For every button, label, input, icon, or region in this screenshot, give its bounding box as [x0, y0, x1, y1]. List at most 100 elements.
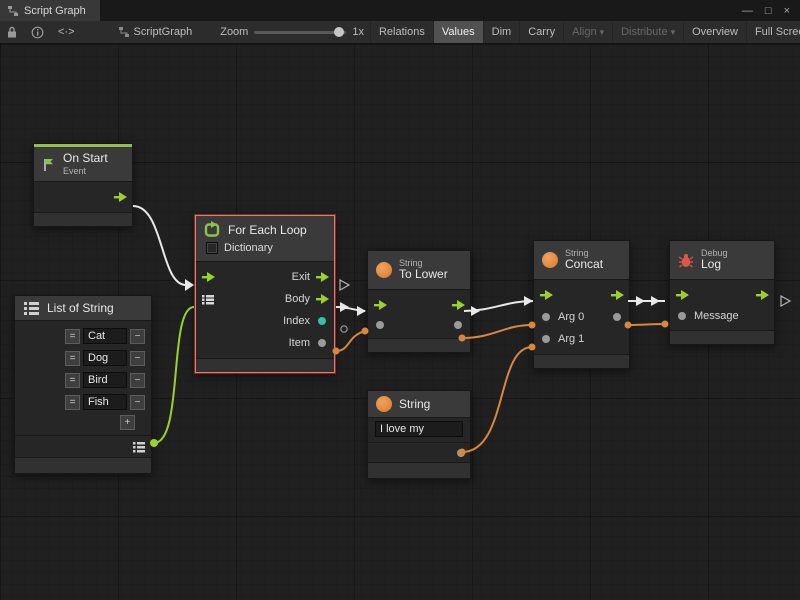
- maximize-icon[interactable]: □: [765, 5, 772, 17]
- flag-icon: [42, 157, 56, 172]
- zoom-slider-knob[interactable]: [334, 27, 344, 37]
- node-header[interactable]: String Concat: [534, 241, 629, 279]
- flow-out-port[interactable]: [611, 290, 624, 300]
- node-header[interactable]: String To Lower: [368, 251, 470, 289]
- list-item-input[interactable]: [83, 372, 127, 388]
- drag-handle[interactable]: =: [65, 373, 80, 388]
- drag-handle[interactable]: =: [65, 329, 80, 344]
- node-subtitle: Event: [63, 166, 108, 176]
- body-flow-out-port[interactable]: [316, 294, 329, 304]
- code-icon[interactable]: <·>: [51, 21, 82, 43]
- result-out-port[interactable]: [454, 321, 462, 329]
- list-item-row: = −: [15, 369, 151, 391]
- minimize-icon[interactable]: —: [742, 5, 753, 17]
- node-footer: [15, 457, 151, 473]
- dim-button[interactable]: Dim: [483, 21, 520, 43]
- node-for-each-loop[interactable]: For Each Loop Dictionary Exit Body Index: [195, 215, 335, 373]
- full-screen-button[interactable]: Full Screen: [746, 21, 800, 43]
- node-header[interactable]: Debug Log: [670, 241, 774, 279]
- flow-out-port[interactable]: [756, 290, 769, 300]
- string-value-input[interactable]: [375, 421, 463, 437]
- dictionary-label: Dictionary: [224, 242, 273, 254]
- node-title: Concat: [565, 258, 603, 272]
- carry-button[interactable]: Carry: [519, 21, 563, 43]
- string-type-icon: [376, 262, 392, 278]
- tab-script-graph[interactable]: Script Graph: [0, 0, 100, 21]
- toolbar: <·> ScriptGraph Zoom 1x Relations Values…: [0, 21, 800, 44]
- flow-out-port[interactable]: [452, 300, 465, 310]
- wire-arrow: [185, 279, 194, 291]
- drag-handle[interactable]: =: [65, 351, 80, 366]
- toolbar-buttons: Relations Values Dim Carry Align ▾ Distr…: [370, 21, 800, 43]
- flow-in-port[interactable]: [202, 272, 215, 282]
- arg0-label: Arg 0: [558, 311, 584, 323]
- message-in-port[interactable]: [678, 312, 686, 320]
- result-out-port[interactable]: [613, 313, 621, 321]
- flow-in-port[interactable]: [540, 290, 553, 300]
- node-to-lower[interactable]: String To Lower: [367, 250, 471, 353]
- index-port-hint: [341, 326, 347, 332]
- dictionary-option: Dictionary: [196, 240, 334, 261]
- flow-out-port[interactable]: [114, 192, 127, 202]
- node-footer: [368, 462, 470, 478]
- remove-item-button[interactable]: −: [130, 395, 145, 410]
- node-header[interactable]: For Each Loop: [196, 216, 334, 240]
- remove-item-button[interactable]: −: [130, 329, 145, 344]
- dictionary-checkbox[interactable]: [206, 242, 218, 254]
- node-footer: [196, 358, 334, 372]
- item-out-port[interactable]: [318, 339, 326, 347]
- wire-tolower-concat-flow: [464, 301, 533, 311]
- drag-handle[interactable]: =: [65, 395, 80, 410]
- wire-body-tolower: [336, 307, 365, 311]
- graph-name-label[interactable]: ScriptGraph: [110, 26, 201, 38]
- node-list-of-string[interactable]: List of String = − = − = − = −: [14, 295, 152, 474]
- remove-item-button[interactable]: −: [130, 351, 145, 366]
- chevron-down-icon: ▾: [600, 27, 605, 38]
- node-debug-log[interactable]: Debug Log Message: [669, 240, 775, 345]
- overview-button[interactable]: Overview: [683, 21, 746, 43]
- close-icon[interactable]: ×: [784, 5, 790, 17]
- node-header[interactable]: String: [368, 391, 470, 417]
- list-in-port[interactable]: [202, 294, 215, 305]
- exit-flow-out-port[interactable]: [316, 272, 329, 282]
- zoom-label: Zoom: [220, 26, 248, 38]
- node-header[interactable]: On Start Event: [34, 147, 132, 181]
- node-concat[interactable]: String Concat Arg 0 Arg 1: [533, 240, 630, 369]
- node-title: List of String: [47, 301, 114, 315]
- index-out-port[interactable]: [318, 317, 326, 325]
- relations-button[interactable]: Relations: [370, 21, 433, 43]
- index-port-label: Index: [220, 315, 310, 327]
- node-string-literal[interactable]: String: [367, 390, 471, 479]
- remove-item-button[interactable]: −: [130, 373, 145, 388]
- add-item-button[interactable]: +: [120, 415, 135, 430]
- value-in-port[interactable]: [376, 321, 384, 329]
- wire-concat-message: [628, 324, 665, 325]
- list-item-input[interactable]: [83, 328, 127, 344]
- lock-icon[interactable]: [0, 21, 24, 43]
- node-header[interactable]: List of String: [15, 296, 151, 320]
- list-item-input[interactable]: [83, 350, 127, 366]
- align-button[interactable]: Align ▾: [563, 21, 612, 43]
- distribute-button[interactable]: Distribute ▾: [612, 21, 683, 43]
- arg1-label: Arg 1: [558, 333, 584, 345]
- arg0-in-port[interactable]: [542, 313, 550, 321]
- list-out-port[interactable]: [132, 441, 146, 453]
- loop-icon: [204, 221, 221, 238]
- graph-canvas[interactable]: On Start Event List of String = − =: [0, 44, 800, 600]
- zoom-slider[interactable]: [254, 31, 346, 34]
- info-icon[interactable]: [24, 21, 51, 43]
- node-title: For Each Loop: [228, 223, 307, 237]
- list-item-input[interactable]: [83, 394, 127, 410]
- node-on-start[interactable]: On Start Event: [33, 143, 133, 227]
- result-out-port[interactable]: [457, 449, 465, 457]
- wire-onstart-foreach: [133, 206, 186, 285]
- node-footer: [670, 330, 774, 344]
- values-button[interactable]: Values: [433, 21, 483, 43]
- window-controls: — □ ×: [742, 0, 800, 21]
- flow-in-port[interactable]: [676, 290, 689, 300]
- flow-in-port[interactable]: [374, 300, 387, 310]
- chevron-down-icon: ▾: [671, 27, 676, 38]
- graph-icon: [7, 5, 19, 17]
- node-ports: [368, 417, 470, 442]
- arg1-in-port[interactable]: [542, 335, 550, 343]
